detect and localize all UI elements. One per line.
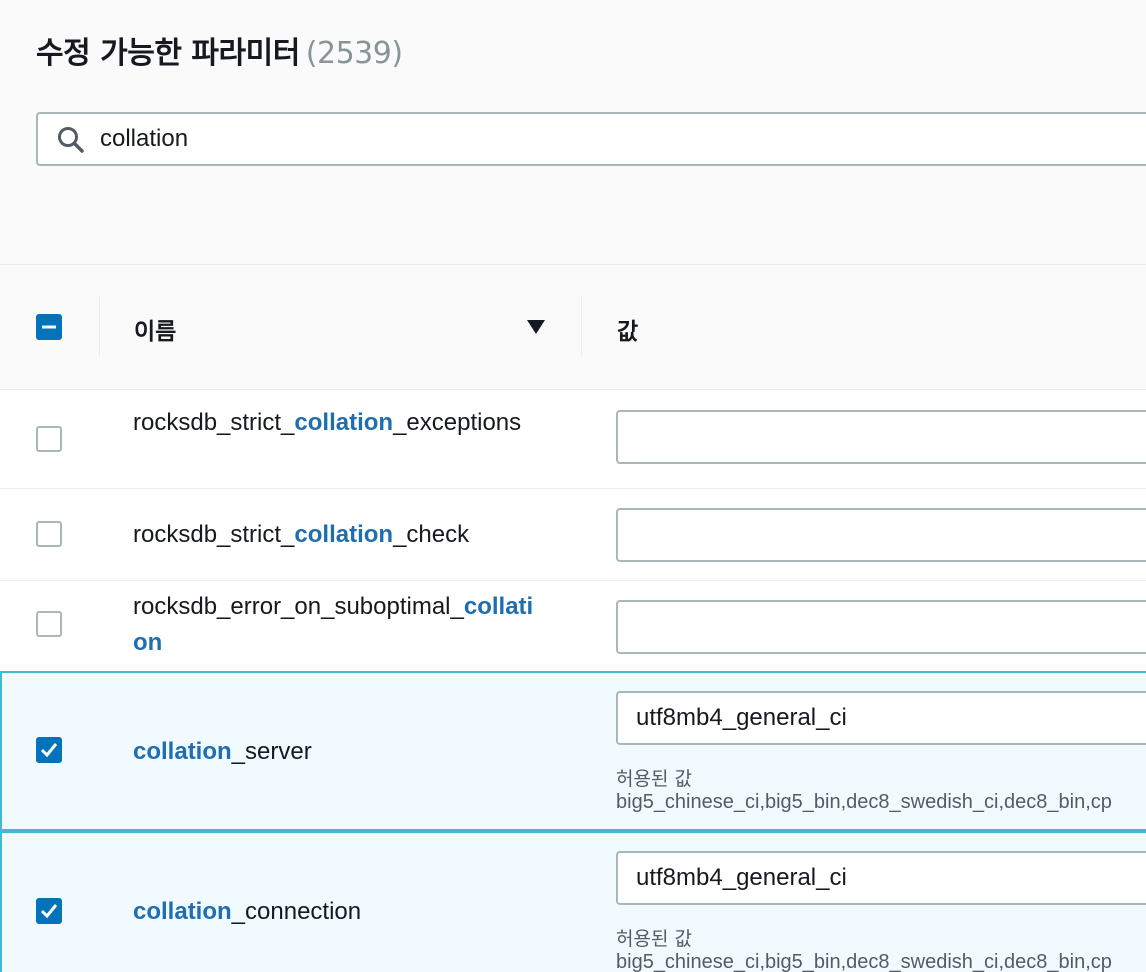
table-row[interactable]: rocksdb_strict_collation_check: [0, 490, 1146, 581]
allowed-values-text: big5_chinese_ci,big5_bin,dec8_swedish_ci…: [616, 791, 1112, 813]
sort-descending-icon[interactable]: [526, 319, 546, 340]
parameter-name-suffix: _server: [231, 738, 312, 765]
value-input[interactable]: [636, 420, 1136, 454]
page-header-area: 수정 가능한 파라미터 (2539): [0, 0, 1146, 264]
parameter-name-suffix: _exceptions: [393, 409, 522, 436]
value-input[interactable]: [636, 518, 1136, 552]
search-match-highlight: collation: [133, 898, 232, 925]
table-header: 이름 값: [0, 265, 1146, 390]
parameter-name: collation_connection: [133, 894, 543, 930]
value-field[interactable]: [616, 691, 1146, 745]
row-checkbox[interactable]: [36, 426, 62, 452]
row-checkbox-checked[interactable]: [36, 898, 62, 924]
table-row-selected[interactable]: collation_connection 허용된 값 big5_chinese_…: [0, 831, 1146, 972]
parameter-name: collation_server: [133, 734, 543, 770]
value-field[interactable]: [616, 508, 1146, 562]
parameter-name-suffix: _check: [393, 521, 470, 548]
column-divider: [99, 297, 100, 357]
row-checkbox-checked[interactable]: [36, 737, 62, 763]
allowed-values-label: 허용된 값: [616, 768, 692, 790]
search-match-highlight: collation: [294, 521, 394, 548]
table-row-selected[interactable]: collation_server 허용된 값 big5_chinese_ci,b…: [0, 671, 1146, 831]
row-checkbox[interactable]: [36, 611, 62, 637]
parameter-name-prefix: rocksdb_strict_: [133, 521, 295, 548]
search-input[interactable]: [100, 122, 1000, 156]
value-field[interactable]: [616, 600, 1146, 654]
parameter-name: rocksdb_strict_collation_exceptions: [133, 405, 543, 441]
value-input[interactable]: [636, 610, 1136, 644]
row-checkbox[interactable]: [36, 521, 62, 547]
value-input[interactable]: [636, 861, 1136, 895]
page-title-text: 수정 가능한 파라미터: [36, 36, 300, 71]
parameter-count: (2539): [305, 36, 403, 71]
select-all-checkbox[interactable]: [36, 314, 62, 340]
allowed-values-text: big5_chinese_ci,big5_bin,dec8_swedish_ci…: [616, 951, 1112, 972]
table-row[interactable]: rocksdb_strict_collation_exceptions: [0, 391, 1146, 489]
search-match-highlight: collation: [294, 409, 394, 436]
value-field[interactable]: [616, 851, 1146, 905]
parameter-name: rocksdb_error_on_suboptimal_collation: [133, 589, 543, 661]
page-title: 수정 가능한 파라미터 (2539): [36, 28, 403, 72]
parameter-name-prefix: rocksdb_strict_: [133, 409, 295, 436]
column-divider: [581, 297, 582, 357]
search-match-highlight: collation: [133, 738, 232, 765]
value-field[interactable]: [616, 410, 1146, 464]
parameter-name: rocksdb_strict_collation_check: [133, 517, 543, 553]
table-row[interactable]: rocksdb_error_on_suboptimal_collation: [0, 582, 1146, 671]
allowed-values-label: 허용된 값: [616, 928, 692, 950]
search-icon: [56, 125, 86, 160]
parameter-name-suffix: _connection: [231, 898, 362, 925]
column-header-value[interactable]: 값: [617, 312, 638, 346]
column-header-name[interactable]: 이름: [134, 312, 176, 346]
search-field[interactable]: [36, 112, 1146, 166]
value-input[interactable]: [636, 701, 1136, 735]
parameter-name-prefix: rocksdb_error_on_suboptimal_: [133, 593, 464, 620]
